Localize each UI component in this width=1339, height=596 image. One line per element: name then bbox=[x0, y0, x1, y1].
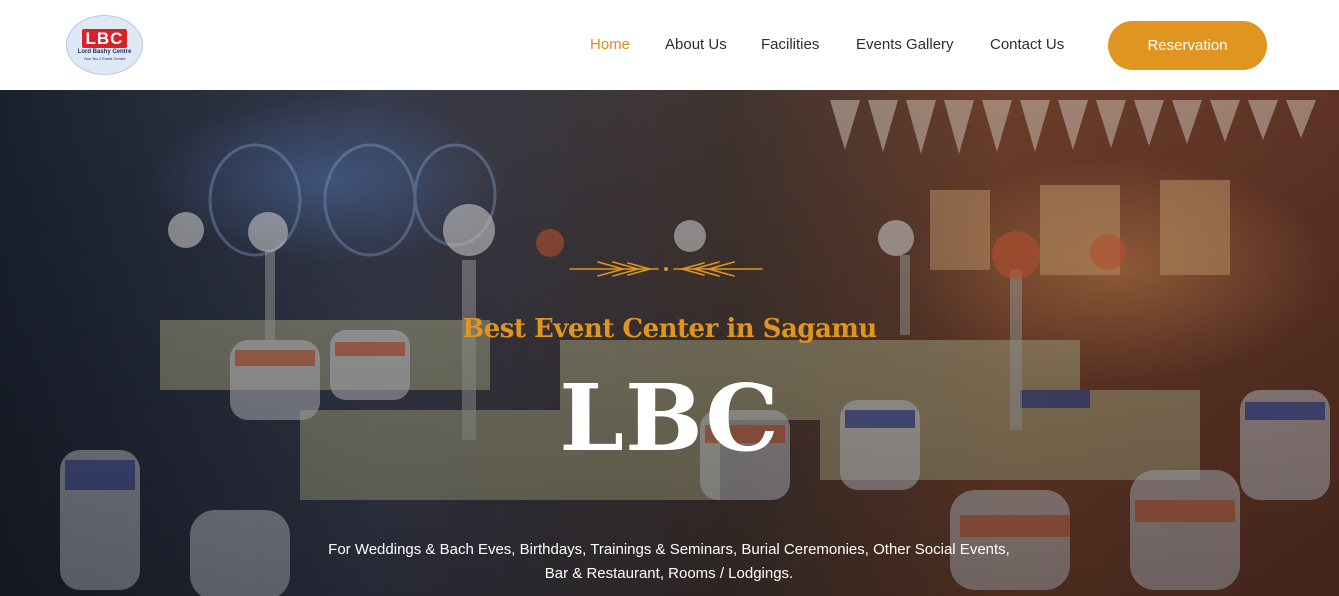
hero-eyebrow: Best Event Center in Sagamu bbox=[462, 314, 877, 344]
site-header: LBC Lord Bashy Centre Your No.1 Event Ce… bbox=[0, 0, 1339, 90]
hero-section: Best Event Center in Sagamu LBC For Wedd… bbox=[0, 90, 1339, 596]
hero-title: LBC bbox=[559, 364, 780, 472]
hero-description: For Weddings & Bach Eves, Birthdays, Tra… bbox=[328, 541, 1010, 582]
reservation-button[interactable]: Reservation bbox=[1108, 21, 1267, 70]
nav-item-facilities[interactable]: Facilities bbox=[761, 35, 819, 55]
nav-item-about-us[interactable]: About Us bbox=[665, 35, 727, 55]
nav-item-contact-us[interactable]: Contact Us bbox=[990, 35, 1064, 55]
nav-item-home[interactable]: Home bbox=[590, 35, 630, 55]
nav-item-events-gallery[interactable]: Events Gallery bbox=[856, 35, 954, 55]
decorative-arrows-icon bbox=[569, 261, 763, 277]
